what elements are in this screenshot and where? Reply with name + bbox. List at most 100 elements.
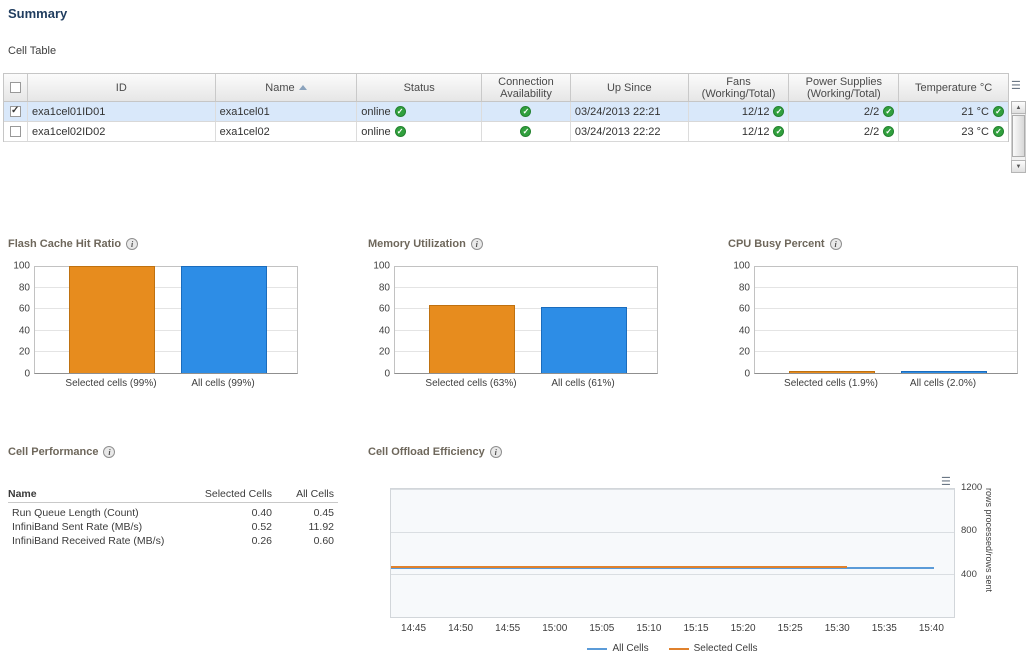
section-title: Cell Performance bbox=[8, 446, 353, 458]
gridline bbox=[755, 287, 1017, 288]
cell-power-supplies: 2/2 bbox=[789, 122, 899, 141]
col-header-power-supplies[interactable]: Power Supplies(Working/Total) bbox=[789, 74, 899, 101]
col-header-up-since[interactable]: Up Since bbox=[571, 74, 689, 101]
flash-cache-hit-ratio-chart: Flash Cache Hit Ratio 020406080100 Selec… bbox=[8, 238, 328, 250]
x-category-label: All cells (99%) bbox=[153, 378, 293, 389]
temperature-text: 23 °C bbox=[961, 126, 989, 138]
connection-ok-icon bbox=[520, 126, 531, 137]
table-row[interactable]: exa1cel02ID02 exa1cel02 online 03/24/201… bbox=[4, 122, 1008, 142]
gridline bbox=[755, 308, 1017, 309]
gridline bbox=[391, 574, 954, 575]
y-axis-tick-label: 100 bbox=[373, 261, 390, 272]
page-title: Summary bbox=[8, 6, 67, 21]
gridline bbox=[395, 287, 657, 288]
col-header-power-line1: Power Supplies bbox=[806, 76, 882, 88]
perf-all-value: 11.92 bbox=[272, 521, 334, 533]
y-axis-tick-label: 80 bbox=[739, 282, 750, 293]
col-header-id[interactable]: ID bbox=[28, 74, 216, 101]
row-checkbox[interactable] bbox=[10, 126, 21, 137]
cell-status: online bbox=[357, 102, 482, 121]
y-axis-tick-label: 40 bbox=[379, 325, 390, 336]
plot-area bbox=[394, 266, 658, 374]
x-category-label: All cells (2.0%) bbox=[873, 378, 1013, 389]
col-header-temperature[interactable]: Temperature °C bbox=[899, 74, 1008, 101]
col-header-name[interactable]: Name bbox=[216, 74, 358, 101]
col-header-temperature-label: Temperature °C bbox=[915, 82, 992, 94]
bar-all-cells bbox=[541, 307, 627, 373]
select-all-cell bbox=[4, 74, 28, 101]
temperature-text: 21 °C bbox=[961, 106, 989, 118]
y-axis-tick-label: 20 bbox=[739, 347, 750, 358]
col-header-connection-line2: Availability bbox=[500, 88, 552, 100]
x-axis-tick-label: 14:45 bbox=[390, 623, 437, 634]
cell-performance-section: Cell Performance Name Selected Cells All… bbox=[8, 446, 353, 458]
legend-swatch-selected-cells bbox=[669, 648, 689, 650]
chart-title: Cell Offload Efficiency bbox=[368, 446, 1028, 458]
scrollbar-up-button[interactable]: ▲ bbox=[1011, 101, 1026, 114]
x-category-label: All cells (61%) bbox=[513, 378, 653, 389]
scrollbar-track[interactable] bbox=[1011, 114, 1026, 160]
col-header-status[interactable]: Status bbox=[357, 74, 482, 101]
y-axis: 020406080100 bbox=[8, 266, 32, 374]
x-axis-tick-label: 15:30 bbox=[814, 623, 861, 634]
col-header-power-line2: (Working/Total) bbox=[807, 88, 881, 100]
chart-view-menu-icon[interactable] bbox=[941, 476, 955, 488]
scrollbar-thumb[interactable] bbox=[1012, 115, 1025, 157]
x-axis-tick-label: 15:25 bbox=[767, 623, 814, 634]
y-axis-tick-label: 60 bbox=[379, 304, 390, 315]
select-all-checkbox[interactable] bbox=[10, 82, 21, 93]
power-ok-icon bbox=[883, 126, 894, 137]
y-axis: 4008001200 bbox=[959, 488, 987, 618]
perf-header-row: Name Selected Cells All Cells bbox=[8, 486, 338, 503]
gridline bbox=[391, 532, 954, 533]
col-header-fans[interactable]: Fans(Working/Total) bbox=[689, 74, 790, 101]
info-icon[interactable] bbox=[490, 446, 502, 458]
perf-all-value: 0.45 bbox=[272, 507, 334, 519]
fans-ok-icon bbox=[773, 106, 784, 117]
perf-metric-name: InfiniBand Received Rate (MB/s) bbox=[8, 535, 200, 547]
info-icon[interactable] bbox=[471, 238, 483, 250]
power-ok-icon bbox=[883, 106, 894, 117]
cell-status: online bbox=[357, 122, 482, 141]
y-axis-title: rows processed/rows sent bbox=[984, 488, 994, 618]
gridline bbox=[755, 351, 1017, 352]
perf-col-all: All Cells bbox=[272, 488, 334, 500]
info-icon[interactable] bbox=[126, 238, 138, 250]
info-icon[interactable] bbox=[103, 446, 115, 458]
power-text: 2/2 bbox=[864, 126, 879, 138]
perf-metric-name: InfiniBand Sent Rate (MB/s) bbox=[8, 521, 200, 533]
cell-table: ID Name Status ConnectionAvailability Up… bbox=[3, 73, 1009, 142]
row-checkbox-cell bbox=[4, 102, 28, 121]
power-text: 2/2 bbox=[864, 106, 879, 118]
x-axis-tick-label: 14:50 bbox=[437, 623, 484, 634]
fans-ok-icon bbox=[773, 126, 784, 137]
cell-table-header-row: ID Name Status ConnectionAvailability Up… bbox=[4, 74, 1008, 102]
cell-id: exa1cel02ID02 bbox=[28, 122, 216, 141]
cell-name: exa1cel02 bbox=[216, 122, 358, 141]
chart-title-text: Memory Utilization bbox=[368, 238, 466, 250]
perf-selected-value: 0.52 bbox=[200, 521, 272, 533]
col-header-connection-availability[interactable]: ConnectionAvailability bbox=[482, 74, 571, 101]
x-axis-tick-label: 15:15 bbox=[672, 623, 719, 634]
y-axis-tick-label: 40 bbox=[19, 325, 30, 336]
fans-text: 12/12 bbox=[742, 126, 770, 138]
row-checkbox[interactable] bbox=[10, 106, 21, 117]
table-view-menu-icon[interactable] bbox=[1011, 80, 1025, 92]
cell-performance-table: Name Selected Cells All Cells Run Queue … bbox=[8, 486, 338, 548]
table-row[interactable]: exa1cel01ID01 exa1cel01 online 03/24/201… bbox=[4, 102, 1008, 122]
y-axis-tick-label: 800 bbox=[961, 525, 977, 536]
scrollbar-down-button[interactable]: ▼ bbox=[1011, 160, 1026, 173]
cell-temperature: 21 °C bbox=[899, 102, 1008, 121]
legend-label: Selected Cells bbox=[694, 643, 758, 654]
temperature-ok-icon bbox=[993, 106, 1004, 117]
info-icon[interactable] bbox=[830, 238, 842, 250]
temperature-ok-icon bbox=[993, 126, 1004, 137]
table-scrollbar[interactable]: ▲ ▼ bbox=[1011, 101, 1026, 173]
y-axis-tick-label: 40 bbox=[739, 325, 750, 336]
col-header-fans-line1: Fans bbox=[726, 76, 750, 88]
plot-area bbox=[754, 266, 1018, 374]
bar-selected-cells bbox=[429, 305, 515, 373]
chart-title: Memory Utilization bbox=[368, 238, 688, 250]
x-axis-tick-label: 14:55 bbox=[484, 623, 531, 634]
y-axis-tick-label: 80 bbox=[379, 282, 390, 293]
